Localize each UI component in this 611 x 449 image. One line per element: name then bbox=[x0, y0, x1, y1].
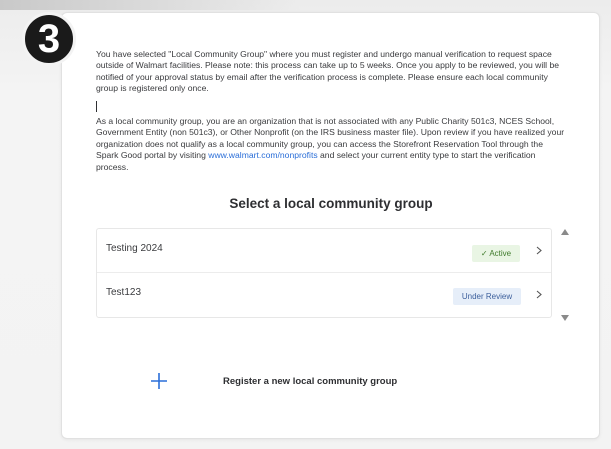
plus-icon bbox=[150, 372, 168, 390]
register-new-group-button[interactable]: Register a new local community group bbox=[140, 368, 460, 396]
status-badge: Under Review bbox=[453, 288, 521, 305]
step-number: 3 bbox=[37, 17, 61, 61]
scroll-down-arrow-icon[interactable] bbox=[560, 314, 570, 322]
nonprofits-link[interactable]: www.walmart.com/nonprofits bbox=[208, 150, 317, 160]
status-badge: ✓ Active bbox=[472, 245, 520, 262]
intro-paragraph-1: You have selected "Local Community Group… bbox=[96, 49, 560, 94]
scroll-up-arrow-icon[interactable] bbox=[560, 228, 570, 236]
register-new-group-label: Register a new local community group bbox=[223, 376, 398, 387]
section-title: Select a local community group bbox=[229, 196, 433, 211]
community-group-list: Testing 2024 ✓ Active Test123 Under Revi… bbox=[96, 228, 552, 318]
text-cursor bbox=[96, 101, 97, 112]
chevron-right-icon[interactable] bbox=[534, 287, 544, 301]
list-item[interactable]: Testing 2024 ✓ Active bbox=[97, 229, 551, 273]
list-item[interactable]: Test123 Under Review bbox=[97, 273, 551, 317]
group-name: Test123 bbox=[106, 287, 142, 298]
step-number-badge: 3 bbox=[22, 12, 76, 66]
group-name: Testing 2024 bbox=[106, 243, 163, 254]
intro-paragraph-2: As a local community group, you are an o… bbox=[96, 116, 566, 173]
top-decoration-stripe bbox=[0, 0, 300, 10]
chevron-right-icon[interactable] bbox=[534, 243, 544, 257]
